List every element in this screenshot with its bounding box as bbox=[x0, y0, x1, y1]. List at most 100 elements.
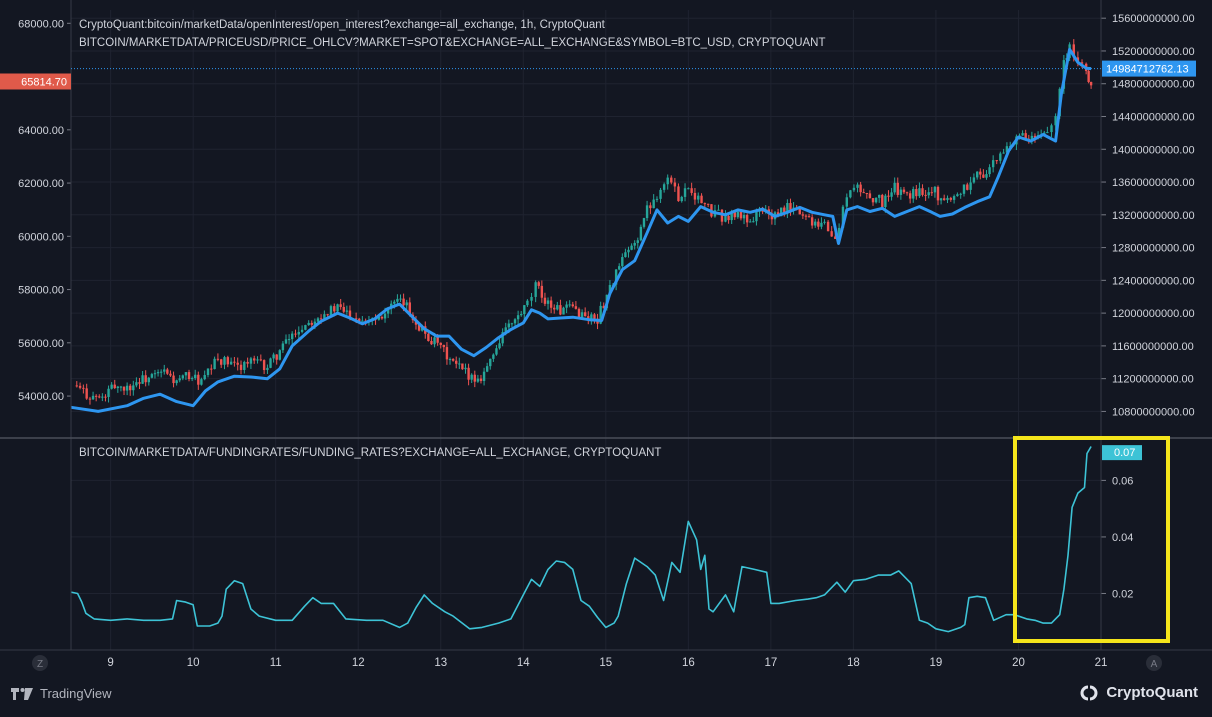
funding-axis-tick-label: 0.02 bbox=[1112, 588, 1133, 600]
left-scale-button-label: Z bbox=[37, 659, 43, 670]
candle-body bbox=[272, 354, 275, 359]
candle-body bbox=[1021, 133, 1024, 136]
candle-body bbox=[905, 192, 909, 194]
left-axis-tick-label: 68000.00 bbox=[18, 18, 64, 30]
candle-body bbox=[523, 305, 526, 315]
candle-body bbox=[804, 215, 808, 217]
candle-body bbox=[1002, 152, 1005, 154]
candle-body bbox=[333, 306, 336, 312]
candle-body bbox=[197, 374, 200, 385]
candle-body bbox=[936, 186, 940, 201]
tradingview-logo[interactable]: TradingView bbox=[10, 686, 112, 701]
candle-body bbox=[223, 357, 226, 365]
candle-body bbox=[88, 398, 92, 400]
candle-body bbox=[396, 298, 399, 302]
candle-body bbox=[871, 198, 875, 203]
candle-body bbox=[727, 215, 730, 221]
candle-body bbox=[220, 359, 223, 365]
candle-body bbox=[172, 375, 175, 384]
candle-body bbox=[673, 182, 677, 187]
candle-body bbox=[287, 339, 291, 341]
candle-body bbox=[239, 364, 243, 370]
candle-body bbox=[577, 308, 581, 318]
price-last-value-tag: 65814.70 bbox=[0, 73, 71, 90]
left-axis-tick-label: 64000.00 bbox=[18, 125, 64, 137]
candle-body bbox=[507, 323, 511, 328]
candle-body bbox=[662, 184, 666, 190]
candle-body bbox=[543, 297, 547, 304]
candle-body bbox=[627, 249, 630, 253]
candle-body bbox=[930, 192, 934, 194]
candle-body bbox=[908, 193, 912, 199]
candle-body bbox=[329, 306, 333, 316]
candle-body bbox=[962, 184, 966, 194]
candle-body bbox=[141, 375, 144, 384]
candle-body bbox=[636, 240, 639, 243]
candle-body bbox=[580, 312, 584, 318]
candle-body bbox=[618, 266, 621, 270]
candle-body bbox=[178, 378, 181, 381]
candle-body bbox=[530, 296, 533, 301]
funding-axis-tick-label: 0.04 bbox=[1112, 532, 1133, 544]
candle-body bbox=[976, 171, 979, 178]
candle-body bbox=[798, 208, 801, 215]
candle-body bbox=[982, 174, 985, 178]
right-axis-tick-label: 11600000000.00 bbox=[1112, 341, 1194, 353]
candle-body bbox=[405, 302, 408, 306]
candle-body bbox=[693, 192, 697, 200]
candle-body bbox=[249, 358, 253, 364]
candle-body bbox=[485, 366, 489, 372]
candle-body bbox=[393, 301, 396, 304]
candle-body bbox=[132, 385, 135, 391]
x-tick-label: 15 bbox=[599, 657, 612, 669]
candle-body bbox=[896, 182, 899, 195]
auto-scale-right-button[interactable]: A bbox=[1146, 655, 1162, 671]
candle-body bbox=[553, 307, 556, 310]
candle-body bbox=[304, 325, 307, 330]
right-axis-tick-label: 14800000000.00 bbox=[1112, 79, 1195, 91]
candle-body bbox=[495, 348, 498, 355]
candle-body bbox=[562, 307, 565, 315]
funding-axis-tick-label: 0.06 bbox=[1112, 475, 1133, 487]
candle-body bbox=[1087, 70, 1090, 82]
candle-body bbox=[122, 386, 126, 391]
oi-last-value-tag: 14984712762.13 bbox=[1102, 60, 1196, 77]
candle-body bbox=[433, 337, 436, 345]
funding-tag-text: 0.07 bbox=[1114, 447, 1135, 459]
candle-body bbox=[659, 189, 662, 199]
candle-body bbox=[985, 174, 988, 178]
right-axis-tick-label: 12400000000.00 bbox=[1112, 275, 1195, 287]
candle-body bbox=[361, 320, 364, 322]
x-tick-label: 14 bbox=[517, 657, 530, 669]
x-tick-label: 9 bbox=[107, 657, 113, 669]
x-tick-label: 18 bbox=[847, 657, 860, 669]
right-scale-button-label: A bbox=[1151, 659, 1158, 670]
candle-body bbox=[745, 215, 749, 223]
bottom-pane-title: BITCOIN/MARKETDATA/FUNDINGRATES/FUNDING_… bbox=[79, 447, 661, 459]
candle-body bbox=[556, 305, 559, 310]
candle-body bbox=[339, 304, 342, 307]
candle-body bbox=[520, 314, 523, 316]
funding-last-value-tag: 0.07 bbox=[1102, 445, 1142, 461]
candle-body bbox=[630, 245, 633, 250]
auto-scale-left-button[interactable]: Z bbox=[32, 655, 48, 671]
candle-body bbox=[147, 377, 150, 383]
candle-body bbox=[442, 344, 446, 348]
candle-body bbox=[166, 369, 169, 374]
candle-body bbox=[999, 153, 1002, 161]
candle-body bbox=[467, 367, 470, 380]
top-pane-subtitle: BITCOIN/MARKETDATA/PRICEUSD/PRICE_OHLCV?… bbox=[79, 37, 826, 49]
right-axis-tick-label: 11200000000.00 bbox=[1112, 374, 1194, 386]
candle-body bbox=[510, 323, 514, 325]
left-axis-tick-label: 56000.00 bbox=[18, 338, 64, 350]
candle-body bbox=[830, 231, 833, 237]
x-tick-label: 20 bbox=[1012, 657, 1025, 669]
x-tick-label: 21 bbox=[1095, 657, 1108, 669]
candle-body bbox=[874, 197, 878, 203]
candle-body bbox=[82, 387, 85, 389]
candle-body bbox=[464, 367, 467, 370]
candle-body bbox=[924, 194, 927, 196]
candle-body bbox=[336, 304, 339, 312]
candle-body bbox=[649, 205, 652, 209]
candle-body bbox=[801, 214, 805, 216]
